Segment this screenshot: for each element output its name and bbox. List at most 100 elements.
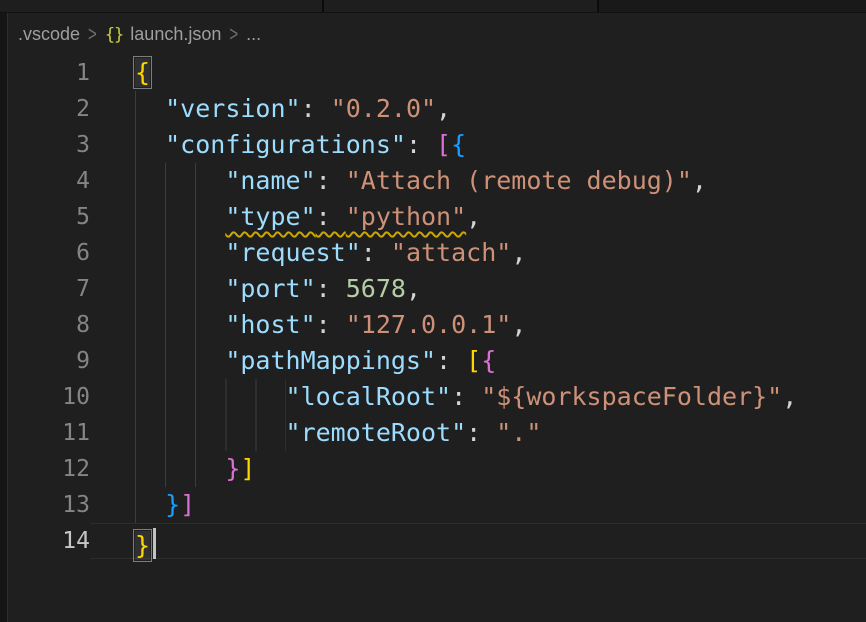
warning-squiggle: "type": "python" — [225, 202, 466, 231]
code-token: "host" — [225, 310, 315, 339]
code-token: "Attach (remote debug)" — [346, 166, 692, 195]
chevron-right-icon: > — [88, 23, 97, 47]
breadcrumb-item-symbol[interactable]: ... — [246, 24, 261, 45]
code-token: { — [481, 346, 496, 375]
code-token: "remoteRoot" — [286, 418, 467, 447]
line-content[interactable]: }] — [90, 451, 866, 487]
line-number: 11 — [9, 415, 90, 451]
code-token: "${workspaceFolder}" — [481, 382, 782, 411]
line-content[interactable]: } — [90, 523, 866, 559]
code-line[interactable]: 10 "localRoot": "${workspaceFolder}", — [9, 379, 866, 415]
code-line[interactable]: 12 }] — [9, 451, 866, 487]
code-token: "request" — [225, 238, 360, 267]
code-line[interactable]: 2 "version": "0.2.0", — [9, 91, 866, 127]
code-token: : — [316, 274, 346, 303]
json-file-icon: {} — [105, 25, 123, 45]
line-number: 2 — [9, 91, 90, 127]
code-line[interactable]: 3 "configurations": [{ — [9, 127, 866, 163]
line-content[interactable]: "configurations": [{ — [90, 127, 866, 163]
code-token: , — [436, 94, 451, 123]
code-token — [135, 235, 225, 271]
line-number: 10 — [9, 379, 90, 415]
code-token — [135, 91, 165, 127]
code-token: , — [406, 274, 421, 303]
code-token: : — [451, 382, 481, 411]
code-editor[interactable]: 1{2 "version": "0.2.0",3 "configurations… — [9, 55, 866, 622]
tab-bar-empty-space — [599, 0, 866, 12]
code-token: { — [451, 130, 466, 159]
code-line[interactable]: 13 }] — [9, 487, 866, 523]
code-token: : — [316, 166, 346, 195]
line-number: 6 — [9, 235, 90, 271]
breadcrumb: .vscode > {} launch.json > ... — [9, 14, 866, 55]
code-token: "attach" — [391, 238, 511, 267]
code-token: : — [361, 238, 391, 267]
code-token — [135, 451, 225, 487]
breadcrumb-item-folder[interactable]: .vscode — [18, 24, 80, 45]
line-number: 13 — [9, 487, 90, 523]
line-content[interactable]: "version": "0.2.0", — [90, 91, 866, 127]
line-number: 9 — [9, 343, 90, 379]
editor-group-sash[interactable] — [0, 0, 8, 622]
code-token — [135, 379, 286, 415]
code-token — [135, 199, 225, 235]
code-token: , — [511, 310, 526, 339]
code-token: "version" — [165, 94, 300, 123]
line-content[interactable]: "port": 5678, — [90, 271, 866, 307]
line-number: 7 — [9, 271, 90, 307]
line-content[interactable]: "type": "python", — [90, 199, 866, 235]
code-token: [ — [466, 346, 481, 375]
code-token: "0.2.0" — [331, 94, 436, 123]
code-token: [ — [436, 130, 451, 159]
tab-bar — [0, 0, 866, 13]
code-line[interactable]: 7 "port": 5678, — [9, 271, 866, 307]
code-token: : — [466, 418, 496, 447]
text-cursor — [153, 528, 156, 559]
code-token — [135, 343, 225, 379]
line-number: 5 — [9, 199, 90, 235]
code-token: : — [301, 94, 331, 123]
line-number: 3 — [9, 127, 90, 163]
code-token: , — [466, 202, 481, 231]
code-token: "configurations" — [165, 130, 406, 159]
line-number: 14 — [9, 523, 90, 559]
line-number: 8 — [9, 307, 90, 343]
code-line[interactable]: 6 "request": "attach", — [9, 235, 866, 271]
code-line[interactable]: 14} — [9, 523, 866, 559]
line-number: 12 — [9, 451, 90, 487]
code-line[interactable]: 1{ — [9, 55, 866, 91]
line-content[interactable]: "request": "attach", — [90, 235, 866, 271]
code-token: "localRoot" — [286, 382, 452, 411]
code-token: "127.0.0.1" — [346, 310, 512, 339]
code-line[interactable]: 11 "remoteRoot": "." — [9, 415, 866, 451]
code-token: : — [316, 310, 346, 339]
line-content[interactable]: { — [90, 55, 866, 91]
code-line[interactable]: 5 "type": "python", — [9, 199, 866, 235]
editor-tab[interactable] — [0, 0, 324, 12]
editor-tab[interactable] — [324, 0, 599, 12]
breadcrumb-item-file[interactable]: launch.json — [130, 24, 221, 45]
code-line[interactable]: 8 "host": "127.0.0.1", — [9, 307, 866, 343]
code-token: : — [436, 346, 466, 375]
line-content[interactable]: "remoteRoot": "." — [90, 415, 866, 451]
chevron-right-icon: > — [229, 23, 238, 47]
code-token: "name" — [225, 166, 315, 195]
code-token: "python" — [346, 202, 466, 231]
code-token: : — [406, 130, 436, 159]
code-line[interactable]: 4 "name": "Attach (remote debug)", — [9, 163, 866, 199]
line-content[interactable]: "name": "Attach (remote debug)", — [90, 163, 866, 199]
code-token: , — [692, 166, 707, 195]
bracket-match-highlight: { — [135, 58, 150, 87]
line-content[interactable]: "host": "127.0.0.1", — [90, 307, 866, 343]
code-token — [135, 487, 165, 523]
line-number: 1 — [9, 55, 90, 91]
code-line[interactable]: 9 "pathMappings": [{ — [9, 343, 866, 379]
code-token: ] — [180, 490, 195, 519]
code-token — [135, 127, 165, 163]
line-number: 4 — [9, 163, 90, 199]
code-token: 5678 — [346, 274, 406, 303]
line-content[interactable]: }] — [90, 487, 866, 523]
code-token: } — [165, 490, 180, 519]
line-content[interactable]: "localRoot": "${workspaceFolder}", — [90, 379, 866, 415]
line-content[interactable]: "pathMappings": [{ — [90, 343, 866, 379]
